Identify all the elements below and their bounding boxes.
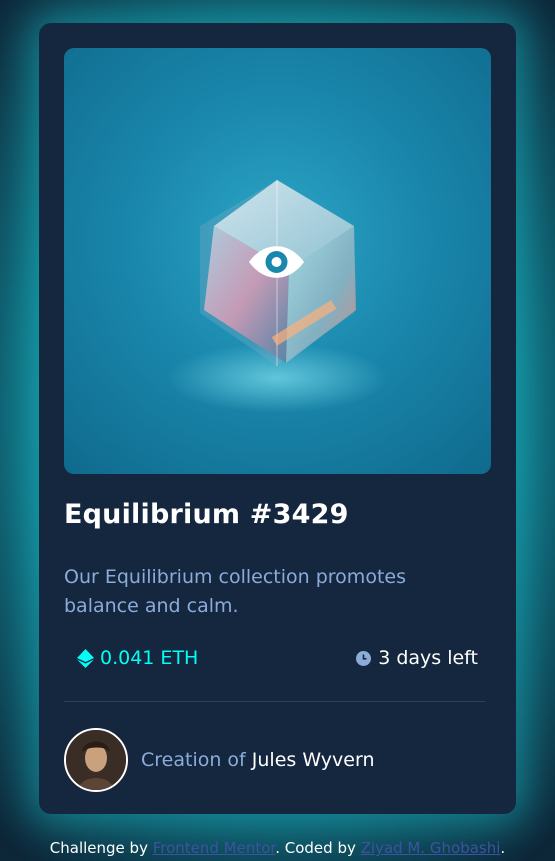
creator-label: Creation of Jules Wyvern bbox=[141, 749, 374, 771]
price-value: 0.041 ETH bbox=[100, 647, 199, 669]
price-display: 0.041 ETH bbox=[77, 647, 198, 669]
author-link[interactable]: Ziyad M. Ghobashi bbox=[361, 839, 501, 857]
time-left-display: 3 days left bbox=[356, 647, 478, 669]
time-left-value: 3 days left bbox=[378, 647, 478, 669]
attribution-suffix: . bbox=[500, 839, 506, 857]
cube-artwork bbox=[167, 180, 387, 413]
clock-icon bbox=[356, 650, 372, 666]
page-background: Equilibrium #3429 Our Equilibrium collec… bbox=[0, 0, 555, 861]
nft-title[interactable]: Equilibrium #3429 bbox=[64, 499, 349, 530]
attribution-middle: . Coded by bbox=[275, 839, 361, 857]
attribution-prefix: Challenge by bbox=[49, 839, 153, 857]
ethereum-icon bbox=[77, 648, 94, 668]
nft-card: Equilibrium #3429 Our Equilibrium collec… bbox=[39, 23, 516, 814]
avatar-portrait bbox=[66, 730, 126, 790]
creator-prefix: Creation of bbox=[141, 749, 252, 771]
creator-info: Creation of Jules Wyvern bbox=[64, 728, 374, 792]
creator-name-link[interactable]: Jules Wyvern bbox=[252, 749, 375, 771]
nft-description: Our Equilibrium collection promotes bala… bbox=[64, 566, 406, 617]
frontend-mentor-link[interactable]: Frontend Mentor bbox=[153, 839, 276, 857]
attribution: Challenge by Frontend Mentor. Coded by Z… bbox=[0, 839, 555, 857]
nft-image[interactable] bbox=[64, 48, 491, 474]
avatar bbox=[64, 728, 128, 792]
card-divider bbox=[64, 701, 485, 702]
